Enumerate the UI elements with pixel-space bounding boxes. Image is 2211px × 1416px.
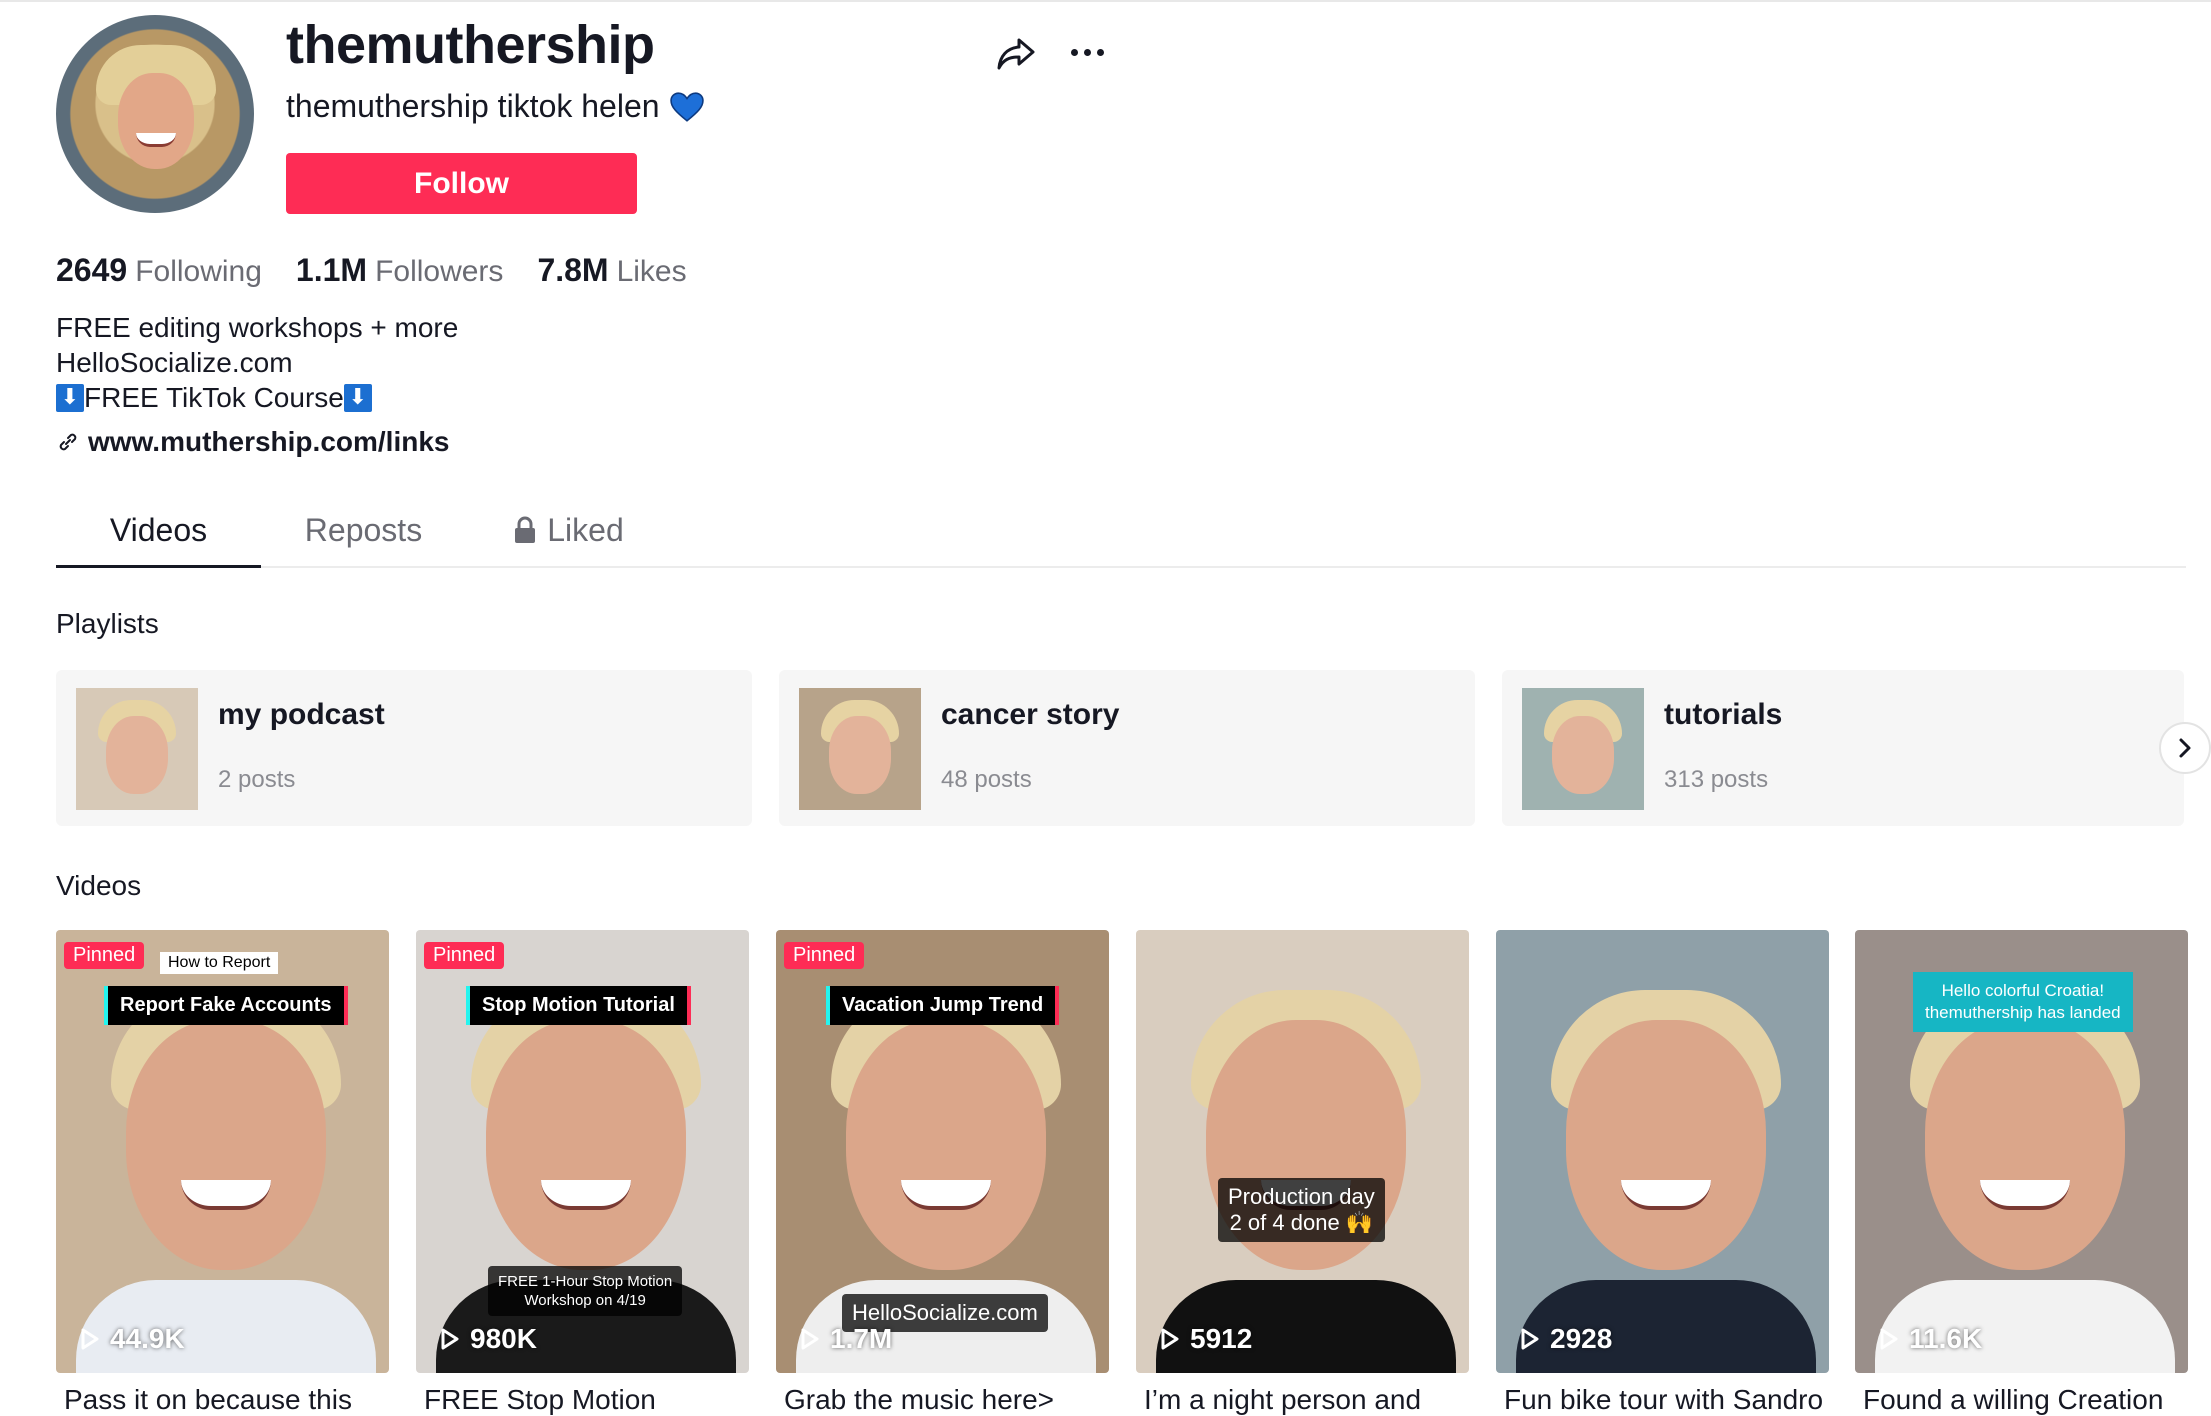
down-arrow-icon: ⬇	[343, 383, 372, 412]
playlist-thumbnail	[76, 688, 198, 810]
likes-stat: 7.8M Likes	[537, 252, 686, 289]
playlist-thumbnail	[799, 688, 921, 810]
video-subject-face	[126, 1020, 326, 1270]
play-icon	[441, 1328, 459, 1350]
video-caption: Hello colorful Croatia! themuthership ha…	[1913, 972, 2133, 1032]
followers-stat[interactable]: 1.1M Followers	[296, 252, 504, 289]
profile-tabs: Videos Reposts Liked	[56, 500, 2186, 568]
username: themuthership	[286, 15, 655, 75]
video-subject-face	[846, 1020, 1046, 1270]
following-stat[interactable]: 2649 Following	[56, 252, 262, 289]
tab-liked[interactable]: Liked	[466, 500, 671, 566]
playlist-post-count: 48 posts	[941, 766, 1032, 793]
bio-link[interactable]: www.muthership.com/links	[56, 426, 449, 458]
playlist-thumbnail	[1522, 688, 1644, 810]
following-count: 2649	[56, 252, 128, 288]
video-title[interactable]: Found a willing Creation	[1863, 1384, 2196, 1416]
video-caption: Vacation Jump Trend	[826, 986, 1060, 1025]
view-count-value: 980K	[470, 1323, 537, 1354]
bio-link-text: www.muthership.com/links	[88, 426, 450, 457]
more-options-icon[interactable]	[1066, 40, 1108, 64]
video-caption: Report Fake Accounts	[104, 986, 348, 1025]
avatar[interactable]	[56, 15, 254, 213]
followers-count: 1.1M	[295, 252, 368, 288]
followers-label: Followers	[375, 255, 504, 288]
playlist-name: cancer story	[941, 698, 1120, 731]
view-count-value: 44.9K	[110, 1323, 185, 1354]
likes-label: Likes	[616, 255, 687, 288]
pinned-badge: Pinned	[64, 942, 145, 969]
playlist-name: tutorials	[1664, 698, 1783, 731]
view-count-value: 2928	[1550, 1323, 1613, 1354]
video-subject-face	[1925, 1020, 2125, 1270]
view-count-value: 1.7M	[830, 1323, 893, 1354]
video-subject-face	[486, 1020, 686, 1270]
view-count: 44.9K	[80, 1323, 185, 1355]
view-count: 2928	[1520, 1323, 1612, 1355]
video-card[interactable]: Pinned Vacation Jump Trend HelloSocialize.…	[776, 930, 1109, 1373]
playlists-next-button[interactable]	[2159, 722, 2211, 774]
video-title[interactable]: Fun bike tour with Sandro	[1504, 1384, 1837, 1416]
video-overlay-text: Production day 2 of 4 done 🙌	[1218, 1178, 1385, 1242]
view-count: 980K	[440, 1323, 537, 1355]
down-arrow-icon: ⬇	[56, 383, 84, 412]
nickname: themuthership tiktok helen	[286, 88, 660, 124]
video-tag: How to Report	[160, 952, 279, 974]
play-icon	[1161, 1328, 1179, 1350]
video-title[interactable]: Pass it on because this	[64, 1384, 397, 1416]
profile-stats: 2649 Following 1.1M Followers 7.8M Likes	[56, 252, 687, 289]
following-label: Following	[135, 255, 262, 288]
playlist-card[interactable]: tutorials 313 posts	[1502, 670, 2184, 826]
playlist-card[interactable]: my podcast 2 posts	[56, 670, 752, 826]
play-icon	[81, 1328, 99, 1350]
view-count-value: 5912	[1190, 1323, 1253, 1354]
video-card[interactable]: 2928	[1496, 930, 1829, 1373]
nickname-row: themuthership tiktok helen	[286, 88, 704, 125]
tab-label: Liked	[547, 512, 624, 548]
view-count: 11.6K	[1879, 1323, 1982, 1355]
video-card[interactable]: Hello colorful Croatia! themuthership ha…	[1855, 930, 2188, 1373]
video-card[interactable]: Pinned How to Report Report Fake Accounts 4…	[56, 930, 389, 1373]
video-card[interactable]: Pinned Stop Motion Tutorial FREE 1-Hour St…	[416, 930, 749, 1373]
playlist-post-count: 313 posts	[1664, 766, 1769, 793]
bio-course-text: FREE TikTok Course	[84, 382, 344, 413]
bio-line-3: ⬇ FREE TikTok Course ⬇	[56, 380, 458, 415]
videos-heading: Videos	[56, 870, 142, 901]
video-overlay-text: FREE 1-Hour Stop Motion Workshop on 4/19	[488, 1266, 683, 1316]
video-card[interactable]: Production day 2 of 4 done 🙌 5912	[1136, 930, 1469, 1373]
lock-icon	[515, 516, 536, 543]
tab-reposts[interactable]: Reposts	[261, 500, 466, 566]
pinned-badge: Pinned	[424, 942, 505, 969]
video-subject-face	[1566, 1020, 1766, 1270]
play-icon	[801, 1328, 819, 1350]
play-icon	[1521, 1328, 1539, 1350]
follow-button[interactable]: Follow	[286, 153, 637, 214]
link-icon	[59, 433, 77, 451]
view-count: 1.7M	[800, 1323, 892, 1355]
pinned-badge: Pinned	[784, 942, 865, 969]
avatar-face	[118, 73, 194, 169]
share-icon[interactable]	[995, 34, 1037, 74]
playlists-heading: Playlists	[56, 608, 159, 639]
video-title[interactable]: I’m a night person and	[1144, 1384, 1477, 1416]
tab-label: Reposts	[304, 512, 423, 548]
bio: FREE editing workshops + more HelloSocia…	[56, 310, 458, 415]
likes-count: 7.8M	[537, 252, 609, 288]
playlist-card[interactable]: cancer story 48 posts	[779, 670, 1475, 826]
top-divider	[0, 0, 2211, 2]
bio-line-2: HelloSocialize.com	[56, 347, 293, 378]
video-title[interactable]: Grab the music here>	[784, 1384, 1117, 1416]
bio-line-1: FREE editing workshops + more	[56, 312, 459, 343]
view-count-value: 11.6K	[1909, 1323, 1983, 1354]
video-title[interactable]: FREE Stop Motion	[424, 1384, 757, 1416]
chevron-right-icon	[2179, 738, 2191, 758]
playlist-post-count: 2 posts	[218, 766, 296, 793]
blue-heart-icon	[669, 91, 704, 122]
play-icon	[1880, 1328, 1898, 1350]
tab-label: Videos	[109, 512, 208, 548]
video-caption: Stop Motion Tutorial	[466, 986, 691, 1025]
playlist-name: my podcast	[218, 698, 385, 731]
view-count: 5912	[1160, 1323, 1252, 1355]
tab-videos[interactable]: Videos	[56, 500, 261, 568]
